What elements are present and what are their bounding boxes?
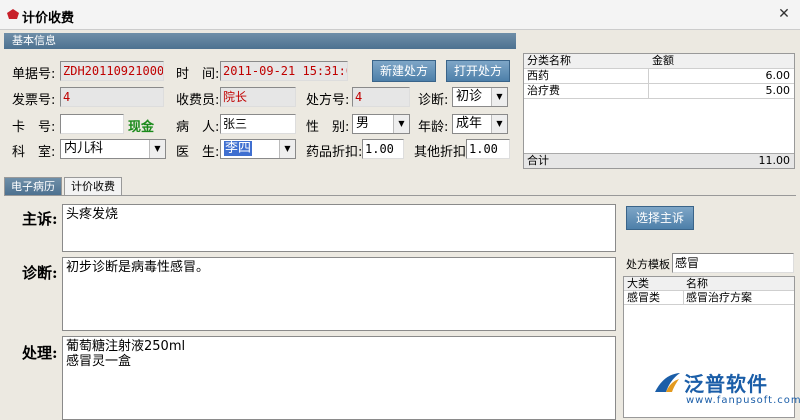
fee-header-amount: 金额 bbox=[652, 54, 674, 67]
bill-no-field[interactable]: ZDH201109210004 bbox=[60, 61, 164, 81]
other-discount-label: 其他折扣: bbox=[414, 145, 471, 160]
prescription-no-field[interactable]: 4 bbox=[352, 87, 410, 107]
other-discount-field[interactable]: 1.00 bbox=[466, 139, 510, 159]
invoice-no-label: 发票号: bbox=[12, 93, 56, 108]
fee-table-total: 合计 11.00 bbox=[524, 153, 794, 168]
treatment-label: 处理: bbox=[22, 344, 58, 362]
patient-label: 病 人: bbox=[176, 120, 220, 135]
window-title: 计价收费 bbox=[22, 11, 75, 26]
diagnosis-textarea[interactable]: 初步诊断是病毒性感冒。 bbox=[62, 257, 616, 331]
diagnosis-type-select[interactable]: 初诊 ▼ bbox=[452, 87, 508, 107]
table-row[interactable]: 感冒类 感冒治疗方案 bbox=[624, 291, 794, 305]
department-label: 科 室: bbox=[12, 145, 56, 160]
fee-table-header: 分类名称 金额 bbox=[524, 54, 794, 69]
brand-url: www.fanpusoft.com bbox=[686, 395, 800, 406]
template-row-category: 感冒类 bbox=[627, 291, 660, 304]
new-prescription-button[interactable]: 新建处方 bbox=[372, 60, 436, 82]
title-bar: 计价收费 ✕ bbox=[0, 0, 800, 30]
age-select[interactable]: 成年 ▼ bbox=[452, 114, 508, 134]
table-row[interactable]: 西药 6.00 bbox=[524, 69, 794, 84]
chevron-down-icon[interactable]: ▼ bbox=[149, 140, 165, 158]
fee-row-category: 治疗费 bbox=[527, 84, 560, 97]
fee-row-category: 西药 bbox=[527, 69, 549, 82]
drug-discount-label: 药品折扣: bbox=[306, 145, 363, 160]
chevron-down-icon[interactable]: ▼ bbox=[491, 115, 507, 133]
fee-table: 分类名称 金额 西药 6.00 治疗费 5.00 合计 11.00 bbox=[523, 53, 795, 169]
brand-logo-icon bbox=[655, 373, 680, 392]
app-logo-icon bbox=[7, 9, 19, 19]
cashier-label: 收费员: bbox=[176, 93, 220, 108]
cashier-field[interactable]: 院长 bbox=[220, 87, 296, 107]
bill-no-label: 单据号: bbox=[12, 67, 56, 82]
drug-discount-field[interactable]: 1.00 bbox=[362, 139, 404, 159]
table-row[interactable]: 治疗费 5.00 bbox=[524, 84, 794, 99]
patient-field[interactable]: 张三 bbox=[220, 114, 296, 134]
close-icon[interactable]: ✕ bbox=[776, 6, 792, 22]
tab-electronic-record[interactable]: 电子病历 bbox=[4, 177, 62, 195]
section-basic-info: 基本信息 bbox=[4, 33, 516, 49]
template-header-category: 大类 bbox=[627, 277, 649, 290]
fee-total-value: 11.00 bbox=[758, 154, 791, 167]
fee-total-label: 合计 bbox=[527, 154, 549, 167]
doctor-select[interactable]: 李四 ▼ bbox=[220, 139, 296, 159]
brand-name: 泛普软件 bbox=[684, 372, 768, 396]
fee-row-amount: 6.00 bbox=[765, 69, 791, 82]
diagnosis-type-value: 初诊 bbox=[456, 89, 483, 104]
open-prescription-button[interactable]: 打开处方 bbox=[446, 60, 510, 82]
invoice-no-field[interactable]: 4 bbox=[60, 87, 164, 107]
card-no-label: 卡 号: bbox=[12, 120, 56, 135]
gender-select[interactable]: 男 ▼ bbox=[352, 114, 410, 134]
card-no-field[interactable] bbox=[60, 114, 124, 134]
template-label: 处方模板 bbox=[626, 258, 670, 271]
time-label: 时 间: bbox=[176, 67, 220, 82]
prescription-no-label: 处方号: bbox=[306, 93, 350, 108]
complaint-label: 主诉: bbox=[22, 210, 58, 228]
chevron-down-icon[interactable]: ▼ bbox=[279, 140, 295, 158]
age-value: 成年 bbox=[456, 116, 483, 131]
diagnosis-label: 诊断: bbox=[22, 264, 58, 282]
doctor-label: 医 生: bbox=[176, 145, 220, 160]
template-table-header: 大类 名称 bbox=[624, 277, 794, 291]
department-select[interactable]: 内儿科 ▼ bbox=[60, 139, 166, 159]
doctor-value: 李四 bbox=[224, 141, 253, 156]
select-complaint-button[interactable]: 选择主诉 bbox=[626, 206, 694, 230]
fee-row-amount: 5.00 bbox=[765, 84, 791, 97]
time-field[interactable]: 2011-09-21 15:31:05 bbox=[220, 61, 348, 81]
fee-header-category: 分类名称 bbox=[527, 54, 571, 67]
chevron-down-icon[interactable]: ▼ bbox=[393, 115, 409, 133]
age-label: 年龄: bbox=[418, 120, 449, 135]
template-field[interactable]: 感冒 bbox=[672, 253, 794, 273]
gender-value: 男 bbox=[356, 116, 370, 131]
department-value: 内儿科 bbox=[64, 141, 104, 156]
complaint-textarea[interactable]: 头疼发烧 bbox=[62, 204, 616, 252]
payment-method-label: 现金 bbox=[128, 120, 155, 135]
chevron-down-icon[interactable]: ▼ bbox=[491, 88, 507, 106]
gender-label: 性 别: bbox=[306, 120, 350, 135]
tab-divider bbox=[4, 195, 796, 196]
treatment-textarea[interactable]: 葡萄糖注射液250ml 感冒灵一盒 bbox=[62, 336, 616, 420]
template-header-name: 名称 bbox=[686, 277, 708, 290]
diagnosis-type-label: 诊断: bbox=[418, 93, 449, 108]
brand-watermark: 泛普软件 www.fanpusoft.com bbox=[650, 368, 800, 418]
template-row-name: 感冒治疗方案 bbox=[686, 291, 752, 304]
tab-billing[interactable]: 计价收费 bbox=[64, 177, 122, 195]
